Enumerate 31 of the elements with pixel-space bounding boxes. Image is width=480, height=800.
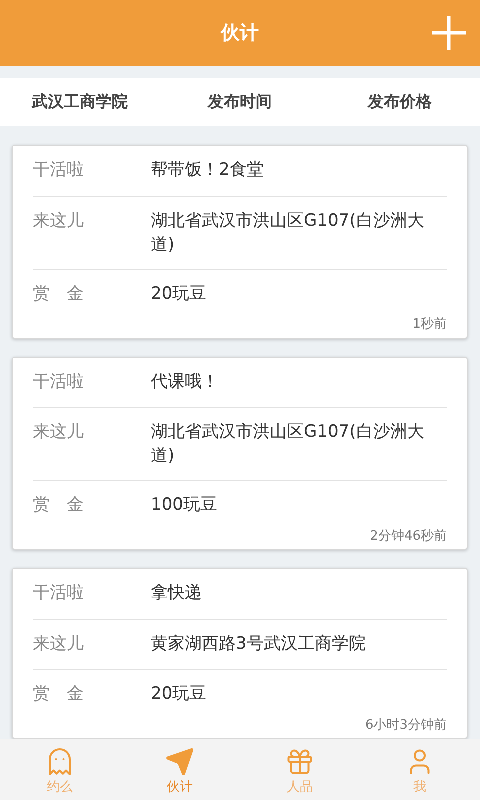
post-time: 1秒前 — [412, 316, 447, 334]
field-value: 20玩豆 — [151, 282, 208, 306]
filter-tab[interactable]: 发布时间 — [160, 90, 320, 114]
post-card[interactable]: 干活啦 拿快递 来这儿 黄家湖西路3号武汉工商学院 赏 金 20玩豆 6小时3分钟前 — [12, 568, 468, 739]
field-value: 湖北省武汉市洪山区G107(白沙洲大道) — [151, 210, 426, 256]
filter-tab[interactable]: 发布价格 — [320, 90, 480, 114]
post-time: 2分钟46秒前 — [370, 528, 447, 546]
field-label: 干活啦 — [33, 370, 85, 394]
field-label: 干活啦 — [33, 159, 85, 182]
field-value: 20玩豆 — [151, 683, 208, 706]
field-value: 帮带饭！2食堂 — [151, 159, 265, 182]
paper-plane-icon — [165, 746, 195, 777]
field-value: 湖北省武汉市洪山区G107(白沙洲大道) — [151, 421, 426, 468]
field-label: 赏 金 — [33, 282, 85, 306]
field-value: 100玩豆 — [151, 494, 218, 517]
add-button[interactable] — [430, 14, 468, 52]
field-value: 黄家湖西路3号武汉工商学院 — [151, 632, 367, 656]
field-label: 赏 金 — [33, 683, 85, 706]
plus-icon — [431, 15, 467, 51]
field-label: 来这儿 — [33, 632, 85, 656]
post-card[interactable]: 干活啦 帮带饭！2食堂 来这儿 湖北省武汉市洪山区G107(白沙洲大道) 赏 金 20玩豆 1秒前 — [12, 145, 468, 338]
field-label: 来这儿 — [33, 421, 85, 444]
field-label: 干活啦 — [33, 582, 85, 605]
filter-tab[interactable]: 武汉工商学院 — [0, 90, 160, 114]
field-value: 代课哦！ — [151, 370, 220, 394]
field-label: 赏 金 — [33, 494, 85, 517]
post-time: 6小时3分钟前 — [365, 716, 447, 734]
field-label: 来这儿 — [33, 210, 85, 232]
post-card[interactable]: 干活啦 代课哦！ 来这儿 湖北省武汉市洪山区G107(白沙洲大道) 赏 金 100玩豆 2分钟46秒前 — [12, 356, 468, 550]
page-title: 伙计 — [221, 20, 259, 46]
field-value: 拿快递 — [151, 582, 203, 605]
